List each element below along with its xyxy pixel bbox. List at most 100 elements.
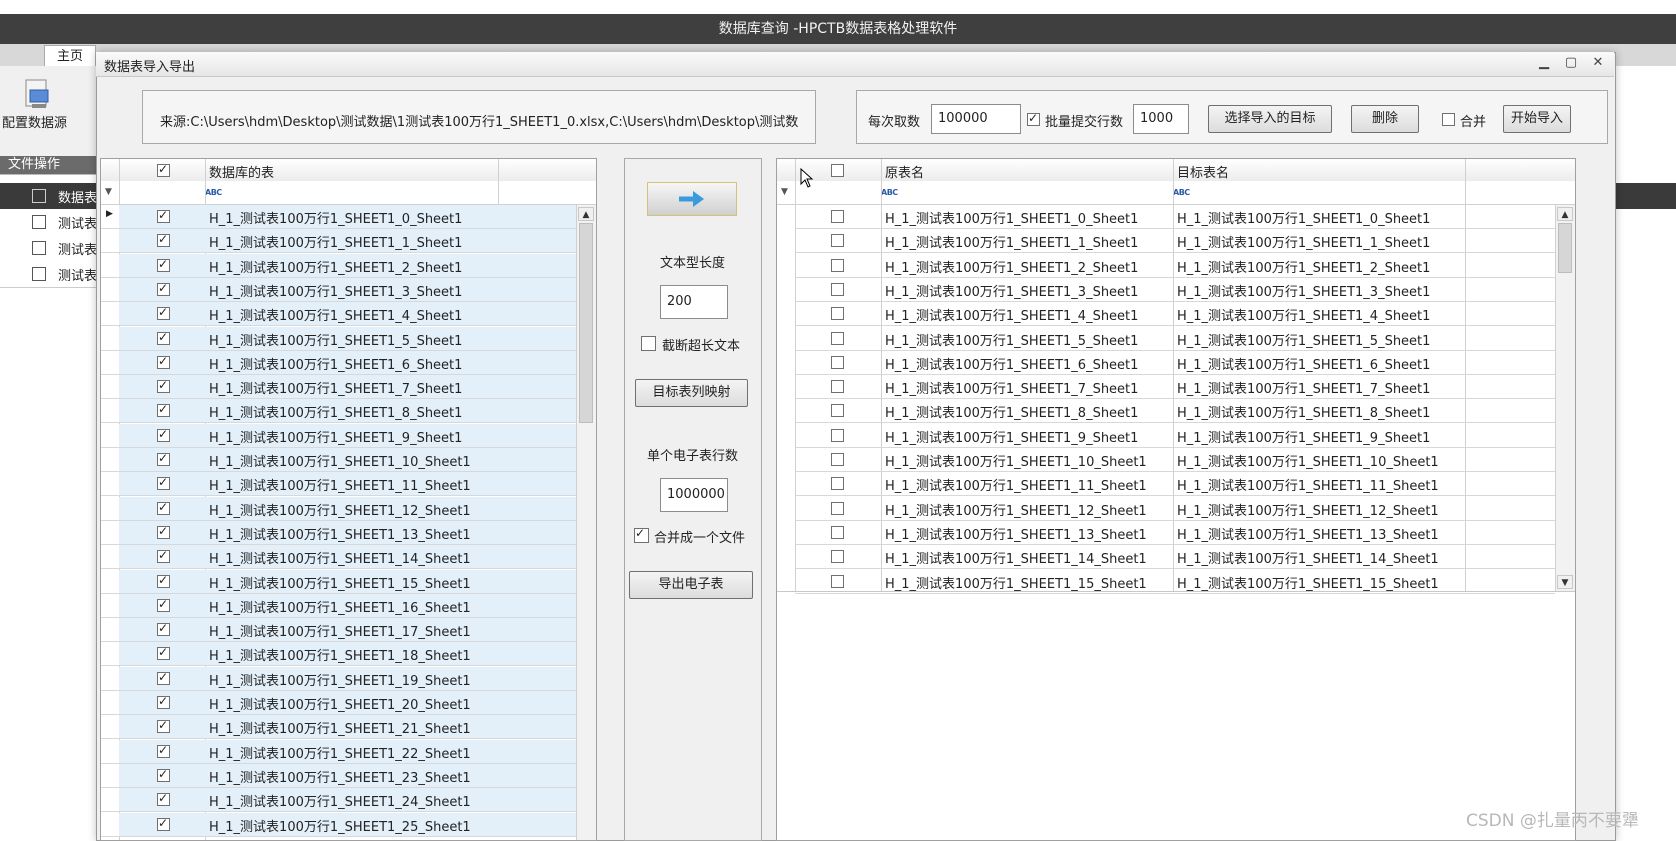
row-checkbox[interactable]	[157, 524, 170, 539]
column-header-target-name[interactable]: 目标表名	[1177, 162, 1229, 181]
delete-button[interactable]: 删除	[1351, 105, 1419, 133]
row-target-name[interactable]: H_1_测试表100万行1_SHEET1_15_Sheet1	[1177, 573, 1439, 592]
fetch-count-input[interactable]: 100000	[931, 104, 1021, 134]
batch-commit-input[interactable]: 1000	[1133, 104, 1189, 134]
table-row[interactable]: H_1_测试表100万行1_SHEET1_7_Sheet1	[101, 375, 576, 400]
row-checkbox[interactable]	[157, 621, 170, 637]
start-import-button[interactable]: 开始导入	[1503, 105, 1571, 133]
config-source-button[interactable]: 配置数据源	[2, 112, 67, 131]
table-row[interactable]: H_1_测试表100万行1_SHEET1_0_Sheet1 H_1_测试表100万…	[795, 205, 1555, 229]
row-checkbox[interactable]	[157, 645, 170, 661]
table-row[interactable]: H_1_测试表100万行1_SHEET1_21_Sheet1	[101, 715, 576, 740]
select-all-checkbox[interactable]	[157, 162, 170, 177]
table-row[interactable]: H_1_测试表100万行1_SHEET1_3_Sheet1 H_1_测试表100万…	[795, 278, 1555, 302]
table-row[interactable]: H_1_测试表100万行1_SHEET1_7_Sheet1 H_1_测试表100万…	[795, 375, 1555, 400]
row-checkbox[interactable]	[157, 791, 170, 807]
row-checkbox[interactable]	[831, 574, 844, 588]
funnel-icon[interactable]: ▼	[105, 187, 112, 197]
row-checkbox[interactable]	[157, 232, 170, 248]
row-checkbox[interactable]	[157, 402, 170, 418]
row-target-name[interactable]: H_1_测试表100万行1_SHEET1_1_Sheet1	[1177, 232, 1430, 251]
transfer-button[interactable]	[647, 182, 737, 216]
row-checkbox[interactable]	[831, 380, 844, 394]
table-row[interactable]: H_1_测试表100万行1_SHEET1_10_Sheet1 H_1_测试表100…	[795, 448, 1555, 472]
table-row[interactable]: H_1_测试表100万行1_SHEET1_2_Sheet1 H_1_测试表100万…	[795, 254, 1555, 278]
table-row[interactable]: H_1_测试表100万行1_SHEET1_20_Sheet1	[101, 691, 576, 715]
row-checkbox[interactable]	[157, 767, 170, 782]
table-row[interactable]: H_1_测试表100万行1_SHEET1_24_Sheet1	[101, 788, 576, 813]
export-sheet-button[interactable]: 导出电子表	[629, 571, 753, 599]
bg-row-checkbox[interactable]	[32, 241, 46, 255]
table-row[interactable]: H_1_测试表100万行1_SHEET1_1_Sheet1	[101, 229, 576, 254]
table-row[interactable]: H_1_测试表100万行1_SHEET1_15_Sheet1	[101, 569, 576, 594]
row-checkbox[interactable]	[157, 573, 170, 588]
table-row[interactable]: H_1_测试表100万行1_SHEET1_11_Sheet1	[101, 472, 576, 497]
row-target-name[interactable]: H_1_测试表100万行1_SHEET1_8_Sheet1	[1177, 402, 1430, 421]
table-row[interactable]: H_1_测试表100万行1_SHEET1_12_Sheet1	[101, 496, 576, 521]
funnel-icon[interactable]: ▼	[781, 187, 788, 197]
maximize-icon[interactable]: ▢	[1562, 54, 1580, 72]
row-checkbox[interactable]	[157, 475, 170, 491]
database-config-icon[interactable]	[22, 78, 52, 112]
table-row[interactable]: H_1_测试表100万行1_SHEET1_8_Sheet1	[101, 399, 576, 424]
table-row[interactable]: H_1_测试表100万行1_SHEET1_18_Sheet1	[101, 642, 576, 667]
row-checkbox[interactable]	[157, 378, 170, 394]
rows-per-sheet-input[interactable]: 1000000	[660, 478, 728, 512]
row-checkbox[interactable]	[157, 718, 170, 734]
text-length-input[interactable]: 200	[660, 285, 728, 319]
row-target-name[interactable]: H_1_测试表100万行1_SHEET1_9_Sheet1	[1177, 427, 1430, 446]
table-row[interactable]: H_1_测试表100万行1_SHEET1_4_Sheet1	[101, 302, 576, 327]
scroll-thumb[interactable]	[579, 223, 593, 423]
row-checkbox[interactable]	[157, 257, 170, 272]
right-select-all-checkbox[interactable]	[831, 164, 844, 177]
table-row[interactable]: ▶ H_1_测试表100万行1_SHEET1_0_Sheet1	[101, 205, 576, 229]
row-target-name[interactable]: H_1_测试表100万行1_SHEET1_0_Sheet1	[1177, 208, 1430, 227]
row-target-name[interactable]: H_1_测试表100万行1_SHEET1_7_Sheet1	[1177, 378, 1430, 397]
row-target-name[interactable]: H_1_测试表100万行1_SHEET1_6_Sheet1	[1177, 354, 1430, 373]
row-checkbox[interactable]	[157, 281, 170, 296]
row-checkbox[interactable]	[157, 427, 170, 442]
row-checkbox[interactable]	[831, 550, 844, 564]
table-row[interactable]: H_1_测试表100万行1_SHEET1_25_Sheet1	[101, 812, 576, 837]
row-target-name[interactable]: H_1_测试表100万行1_SHEET1_12_Sheet1	[1177, 500, 1439, 519]
row-checkbox[interactable]	[157, 208, 170, 223]
bg-row-checkbox[interactable]	[32, 267, 46, 281]
row-checkbox[interactable]	[831, 258, 844, 272]
row-checkbox[interactable]	[157, 451, 170, 466]
row-target-name[interactable]: H_1_测试表100万行1_SHEET1_3_Sheet1	[1177, 281, 1430, 300]
row-checkbox[interactable]	[157, 500, 170, 515]
row-checkbox[interactable]	[831, 525, 844, 539]
table-row[interactable]: H_1_测试表100万行1_SHEET1_9_Sheet1	[101, 423, 576, 448]
row-checkbox[interactable]	[831, 355, 844, 369]
row-checkbox[interactable]	[157, 354, 170, 369]
column-header-db-tables[interactable]: 数据库的表	[209, 162, 274, 181]
row-target-name[interactable]: H_1_测试表100万行1_SHEET1_2_Sheet1	[1177, 257, 1430, 276]
row-checkbox[interactable]	[157, 743, 170, 758]
tab-home[interactable]: 主页	[44, 45, 96, 67]
bg-header-checkbox[interactable]	[32, 189, 46, 203]
row-target-name[interactable]: H_1_测试表100万行1_SHEET1_13_Sheet1	[1177, 524, 1439, 543]
bg-table-row[interactable]: 测试表	[0, 235, 100, 262]
row-checkbox[interactable]	[831, 210, 844, 223]
table-row[interactable]: H_1_测试表100万行1_SHEET1_4_Sheet1 H_1_测试表100万…	[795, 302, 1555, 327]
row-checkbox[interactable]	[831, 404, 844, 418]
table-row[interactable]: H_1_测试表100万行1_SHEET1_11_Sheet1 H_1_测试表100…	[795, 472, 1555, 497]
select-target-button[interactable]: 选择导入的目标	[1208, 105, 1332, 133]
row-target-name[interactable]: H_1_测试表100万行1_SHEET1_10_Sheet1	[1177, 451, 1439, 470]
table-row[interactable]: H_1_测试表100万行1_SHEET1_5_Sheet1 H_1_测试表100万…	[795, 327, 1555, 351]
table-row[interactable]: H_1_测试表100万行1_SHEET1_12_Sheet1 H_1_测试表100…	[795, 497, 1555, 521]
row-checkbox[interactable]	[831, 477, 844, 491]
row-checkbox[interactable]	[831, 331, 844, 345]
table-row[interactable]: H_1_测试表100万行1_SHEET1_8_Sheet1 H_1_测试表100万…	[795, 399, 1555, 424]
close-icon[interactable]: ✕	[1589, 54, 1607, 72]
column-header-source-name[interactable]: 原表名	[885, 162, 924, 181]
minimize-icon[interactable]: ▁	[1535, 54, 1553, 72]
table-row[interactable]: H_1_测试表100万行1_SHEET1_15_Sheet1 H_1_测试表100…	[795, 570, 1555, 594]
row-checkbox[interactable]	[831, 234, 844, 248]
table-row[interactable]: H_1_测试表100万行1_SHEET1_23_Sheet1	[101, 763, 576, 788]
bg-row-checkbox[interactable]	[32, 215, 46, 229]
table-row[interactable]: H_1_测试表100万行1_SHEET1_3_Sheet1	[101, 277, 576, 302]
merge-checkbox[interactable]	[1442, 113, 1455, 126]
table-row[interactable]: H_1_测试表100万行1_SHEET1_1_Sheet1 H_1_测试表100万…	[795, 229, 1555, 254]
row-checkbox[interactable]	[157, 548, 170, 564]
